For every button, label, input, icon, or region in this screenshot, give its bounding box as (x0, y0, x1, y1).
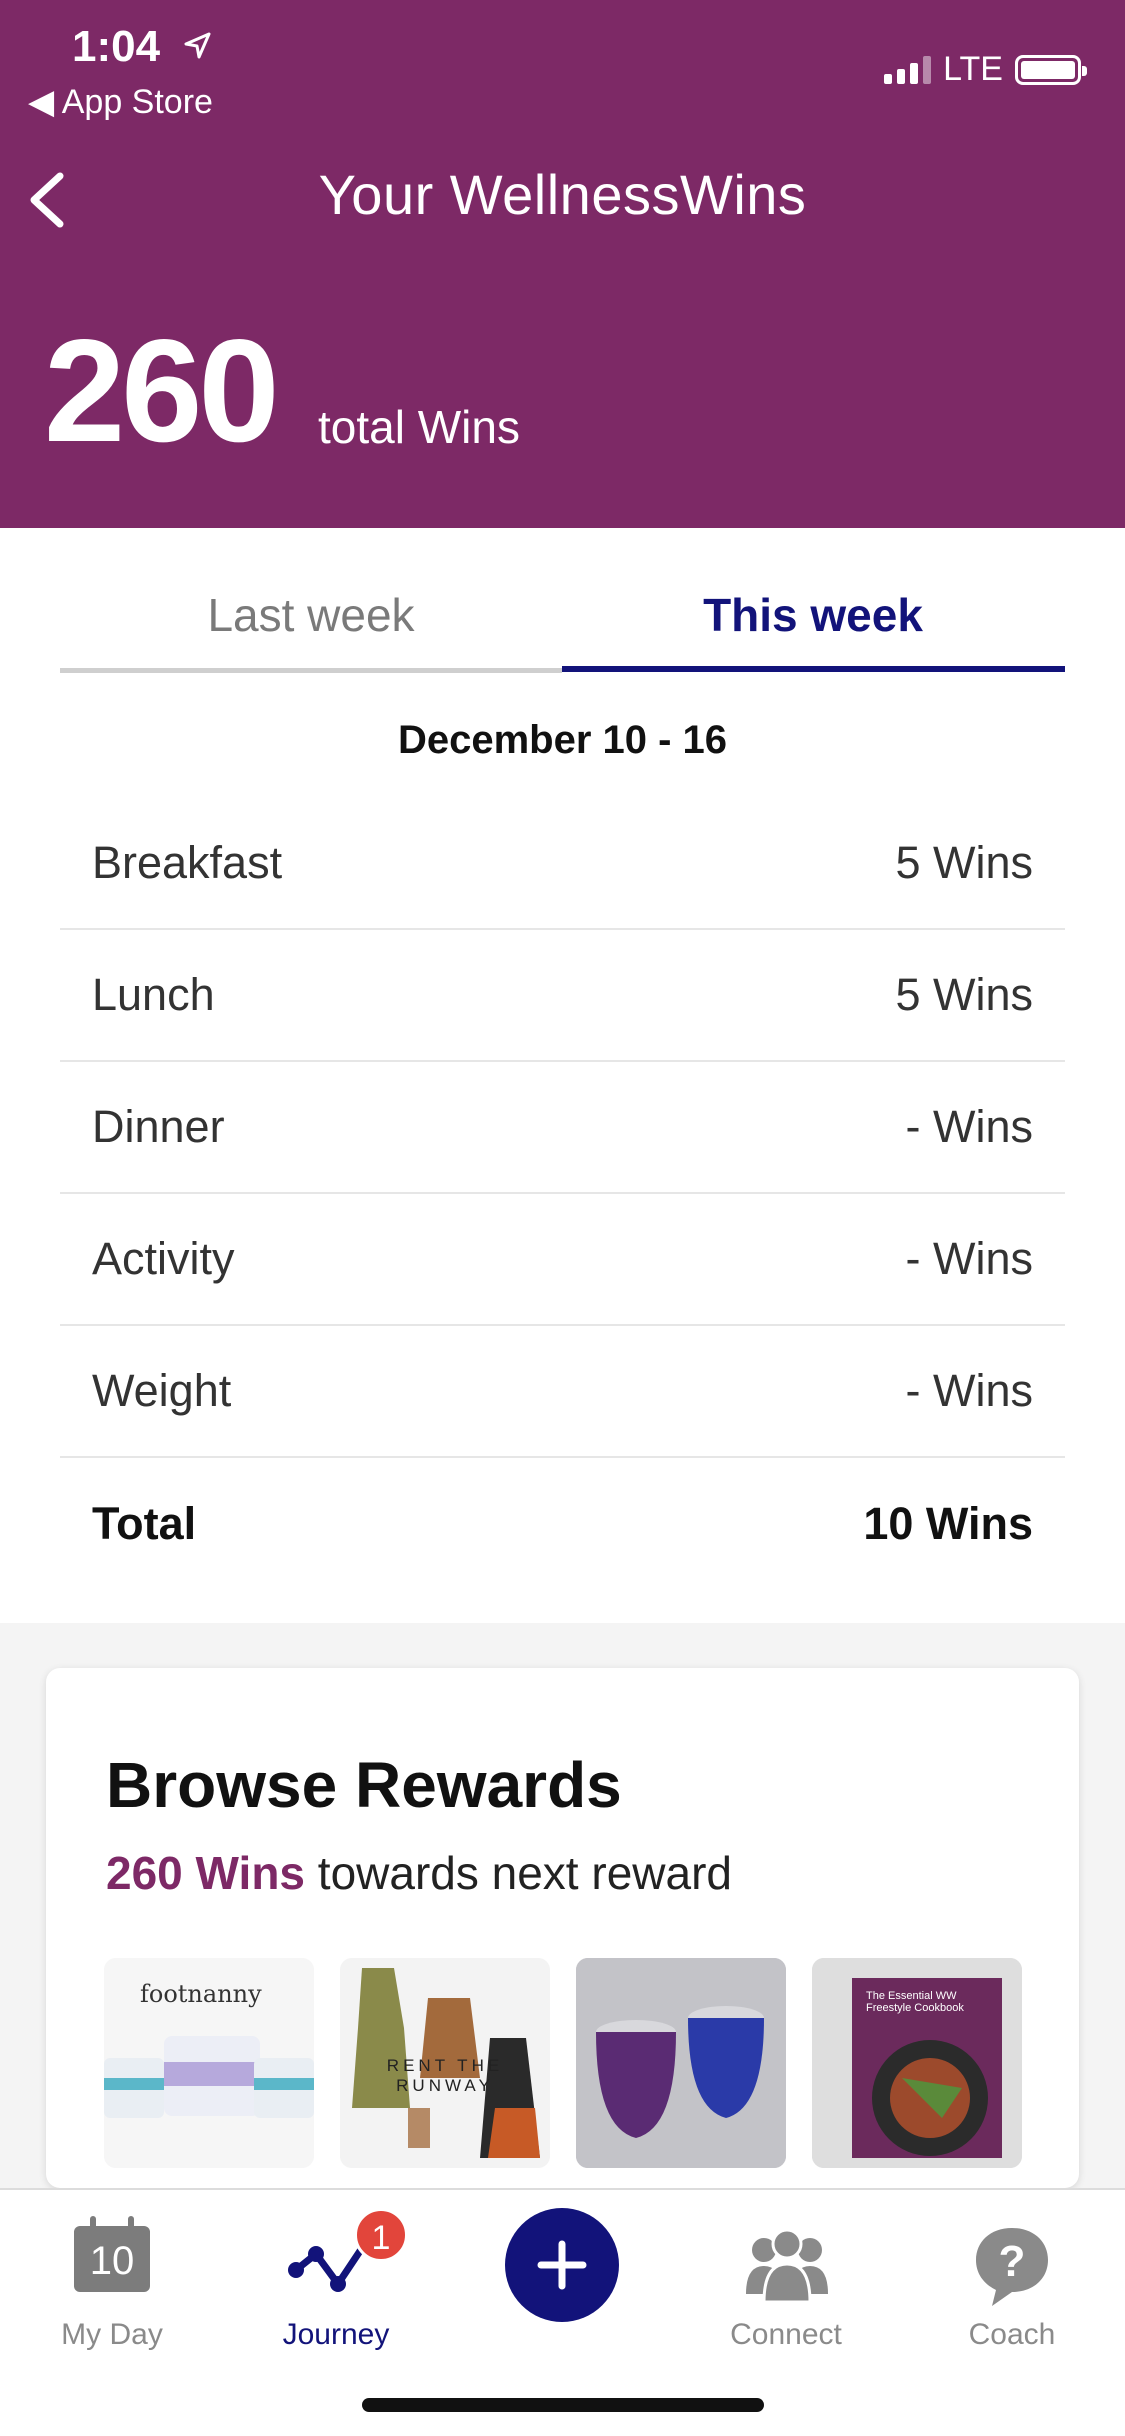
home-indicator[interactable] (362, 2398, 764, 2412)
footnanny-logo-text: footnanny (140, 1980, 262, 2008)
wins-row-activity: Activity - Wins (60, 1194, 1065, 1326)
rewards-progress: 260 Wins towards next reward (106, 1846, 732, 1900)
week-tabs: Last week This week (60, 528, 1065, 676)
tab-label: Coach (968, 2318, 1056, 2351)
row-value: 10 Wins (863, 1498, 1033, 1549)
date-range: December 10 - 16 (397, 718, 728, 762)
tumblers-image (576, 1958, 786, 2168)
row-label: Breakfast (92, 837, 283, 888)
tab-selected-underline (562, 666, 1065, 672)
location-arrow-icon (182, 31, 212, 70)
wins-list: Breakfast 5 Wins Lunch 5 Wins Dinner - W… (60, 798, 1065, 1590)
row-label: Activity (92, 1233, 235, 1284)
reward-thumbnails: footnanny RENT THE RUNWAY The Essential … (104, 1958, 1022, 2168)
tab-label: My Day (61, 2318, 163, 2351)
add-button[interactable] (505, 2208, 619, 2322)
wins-row-weight: Weight - Wins (60, 1326, 1065, 1458)
people-icon (746, 2228, 828, 2304)
tab-underline (60, 668, 562, 673)
total-wins-label: total Wins (318, 401, 520, 453)
svg-text:?: ? (999, 2237, 1026, 2286)
row-value: 5 Wins (895, 969, 1033, 1020)
rewards-progress-value: 260 Wins (106, 1847, 306, 1899)
network-label: LTE (943, 50, 1003, 88)
back-to-app-link[interactable]: ◀ App Store (28, 82, 213, 122)
tab-label: Connect (730, 2318, 842, 2351)
wins-row-dinner: Dinner - Wins (60, 1062, 1065, 1194)
question-bubble-icon: ? (976, 2228, 1048, 2306)
status-indicators: LTE (884, 50, 1087, 89)
tab-this-week[interactable]: This week (562, 588, 1064, 642)
signal-icon (884, 55, 932, 84)
browse-rewards-card[interactable]: Browse Rewards 260 Wins towards next rew… (46, 1668, 1079, 2188)
back-triangle-icon: ◀ (28, 83, 55, 121)
reward-thumb-footnanny[interactable]: footnanny (104, 1958, 314, 2168)
row-label: Dinner (92, 1101, 225, 1152)
wins-row-total: Total 10 Wins (60, 1458, 1065, 1590)
total-wins-value: 260 (44, 309, 280, 472)
notification-badge: 1 (354, 2208, 408, 2262)
plus-icon (537, 2240, 587, 2290)
row-label: Lunch (92, 969, 215, 1020)
cookbook-title-text: The Essential WW Freestyle Cookbook (866, 1990, 964, 2014)
tab-label: Journey (282, 2318, 390, 2351)
calendar-icon: 10 (74, 2216, 150, 2292)
status-time: 1:04 (72, 22, 212, 72)
battery-icon (1015, 54, 1087, 85)
back-app-label: App Store (61, 83, 213, 121)
row-value: - Wins (905, 1365, 1034, 1416)
weekly-wins-section: Last week This week December 10 - 16 Bre… (0, 528, 1125, 1623)
row-label: Weight (92, 1365, 232, 1416)
rewards-progress-text: towards next reward (305, 1847, 732, 1899)
row-value: - Wins (905, 1233, 1034, 1284)
row-label: Total (92, 1498, 197, 1549)
reward-thumb-rent-the-runway[interactable]: RENT THE RUNWAY (340, 1958, 550, 2168)
header: 1:04 ◀ App Store LTE Your WellnessWins 2… (0, 0, 1125, 528)
time-text: 1:04 (72, 22, 161, 71)
row-value: 5 Wins (895, 837, 1033, 888)
rewards-title: Browse Rewards (106, 1749, 622, 1821)
wins-row-lunch: Lunch 5 Wins (60, 930, 1065, 1062)
rent-the-runway-text: RENT THE RUNWAY (386, 2056, 504, 2095)
tab-last-week[interactable]: Last week (60, 588, 562, 642)
wins-row-breakfast: Breakfast 5 Wins (60, 798, 1065, 930)
row-value: - Wins (905, 1101, 1034, 1152)
page-title: Your WellnessWins (318, 163, 807, 226)
reward-thumb-cookbook[interactable]: The Essential WW Freestyle Cookbook (812, 1958, 1022, 2168)
reward-thumb-tumblers[interactable] (576, 1958, 786, 2168)
